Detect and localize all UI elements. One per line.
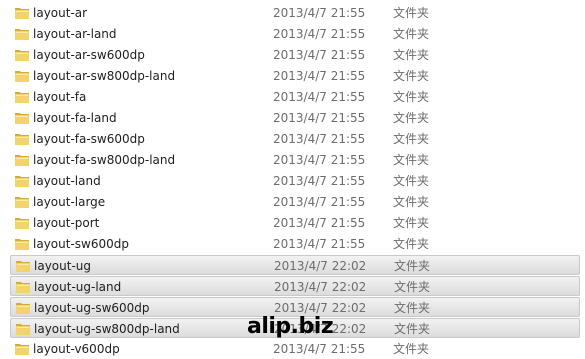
file-type: 文件夹 [393, 132, 430, 146]
file-row[interactable]: layout-land 2013/4/7 21:55 文件夹 [10, 171, 580, 191]
folder-icon [15, 8, 29, 19]
file-type: 文件夹 [393, 6, 430, 20]
file-name: layout-fa-sw600dp [33, 132, 145, 146]
file-row[interactable]: layout-v600dp 2013/4/7 21:55 文件夹 [10, 339, 580, 359]
file-modified-date: 2013/4/7 21:55 [273, 6, 366, 20]
folder-icon [16, 324, 30, 335]
file-type: 文件夹 [393, 69, 430, 83]
file-name: layout-ar-sw600dp [33, 48, 145, 62]
folder-icon [15, 218, 29, 229]
file-type: 文件夹 [394, 322, 431, 336]
file-name: layout-fa [33, 90, 87, 104]
file-type: 文件夹 [393, 237, 430, 251]
file-row[interactable]: layout-ug 2013/4/7 22:02 文件夹 [10, 255, 580, 275]
folder-icon [16, 261, 30, 272]
file-type: 文件夹 [393, 153, 430, 167]
file-row[interactable]: layout-ar-sw600dp 2013/4/7 21:55 文件夹 [10, 45, 580, 65]
file-modified-date: 2013/4/7 21:55 [273, 69, 366, 83]
file-name: layout-ug-sw600dp [34, 301, 150, 315]
folder-icon [15, 155, 29, 166]
file-type: 文件夹 [394, 280, 431, 294]
file-type: 文件夹 [393, 174, 430, 188]
folder-icon [15, 92, 29, 103]
file-list: layout-ar 2013/4/7 21:55 文件夹 layout-ar-land… [0, 0, 585, 356]
file-name: layout-ug-land [34, 280, 122, 294]
file-row[interactable]: layout-fa 2013/4/7 21:55 文件夹 [10, 87, 580, 107]
file-modified-date: 2013/4/7 21:55 [273, 132, 366, 146]
folder-icon [15, 29, 29, 40]
file-name: layout-fa-land [33, 111, 117, 125]
file-type: 文件夹 [393, 195, 430, 209]
file-row[interactable]: layout-fa-land 2013/4/7 21:55 文件夹 [10, 108, 580, 128]
file-type: 文件夹 [393, 342, 430, 356]
file-modified-date: 2013/4/7 21:55 [273, 195, 366, 209]
file-modified-date: 2013/4/7 21:55 [273, 342, 366, 356]
file-name: layout-ar-sw800dp-land [33, 69, 176, 83]
file-type: 文件夹 [393, 48, 430, 62]
file-row[interactable]: layout-ar-land 2013/4/7 21:55 文件夹 [10, 24, 580, 44]
file-type: 文件夹 [393, 216, 430, 230]
folder-icon [15, 197, 29, 208]
file-name: layout-land [33, 174, 101, 188]
file-modified-date: 2013/4/7 21:55 [273, 111, 366, 125]
file-modified-date: 2013/4/7 21:55 [273, 27, 366, 41]
folder-icon [16, 303, 30, 314]
file-modified-date: 2013/4/7 22:02 [274, 259, 367, 273]
file-name: layout-ug [34, 259, 91, 273]
folder-icon [15, 50, 29, 61]
file-type: 文件夹 [393, 111, 430, 125]
file-modified-date: 2013/4/7 21:55 [273, 237, 366, 251]
folder-icon [15, 113, 29, 124]
file-name: layout-ug-sw800dp-land [34, 322, 180, 336]
file-name: layout-sw600dp [33, 237, 129, 251]
folder-icon [15, 134, 29, 145]
file-type: 文件夹 [393, 90, 430, 104]
folder-icon [15, 344, 29, 355]
file-row[interactable]: layout-fa-sw800dp-land 2013/4/7 21:55 文件夹 [10, 150, 580, 170]
file-type: 文件夹 [394, 259, 431, 273]
watermark-logo: alip.biz [247, 314, 334, 339]
file-type: 文件夹 [393, 27, 430, 41]
file-modified-date: 2013/4/7 22:02 [274, 280, 367, 294]
file-row[interactable]: layout-ar-sw800dp-land 2013/4/7 21:55 文件夹 [10, 66, 580, 86]
file-row[interactable]: layout-ug-land 2013/4/7 22:02 文件夹 [10, 276, 580, 296]
folder-icon [15, 239, 29, 250]
file-name: layout-fa-sw800dp-land [33, 153, 176, 167]
file-row[interactable]: layout-port 2013/4/7 21:55 文件夹 [10, 213, 580, 233]
file-name: layout-ar [33, 6, 88, 20]
file-row[interactable]: layout-ar 2013/4/7 21:55 文件夹 [10, 3, 580, 23]
file-modified-date: 2013/4/7 21:55 [273, 48, 366, 62]
file-name: layout-port [33, 216, 100, 230]
folder-icon [15, 71, 29, 82]
file-modified-date: 2013/4/7 21:55 [273, 174, 366, 188]
file-name: layout-ar-land [33, 27, 117, 41]
file-modified-date: 2013/4/7 21:55 [273, 153, 366, 167]
file-type: 文件夹 [394, 301, 431, 315]
file-modified-date: 2013/4/7 21:55 [273, 90, 366, 104]
file-modified-date: 2013/4/7 21:55 [273, 216, 366, 230]
file-row[interactable]: layout-fa-sw600dp 2013/4/7 21:55 文件夹 [10, 129, 580, 149]
folder-icon [16, 282, 30, 293]
file-row[interactable]: layout-large 2013/4/7 21:55 文件夹 [10, 192, 580, 212]
folder-icon [15, 176, 29, 187]
file-name: layout-v600dp [33, 342, 120, 356]
file-name: layout-large [33, 195, 106, 209]
file-row[interactable]: layout-sw600dp 2013/4/7 21:55 文件夹 [10, 234, 580, 254]
